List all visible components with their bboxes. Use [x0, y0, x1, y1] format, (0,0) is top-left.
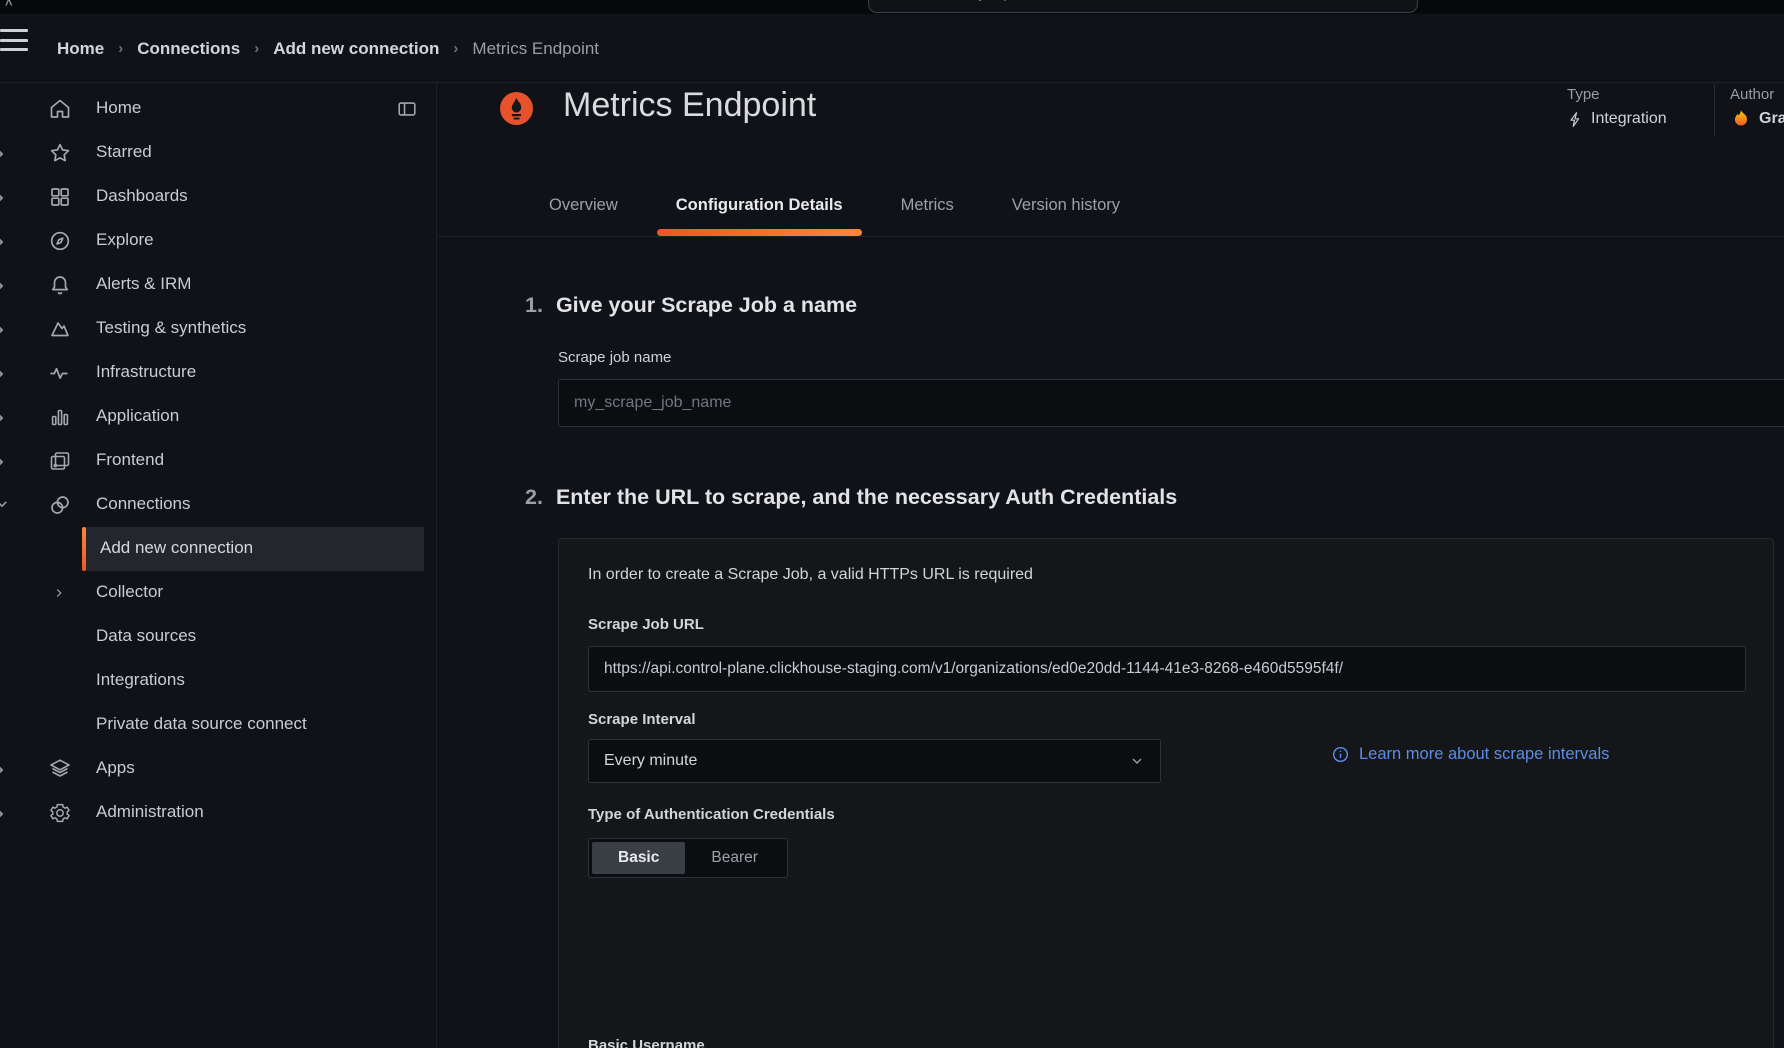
- page-title: Metrics Endpoint: [563, 86, 816, 125]
- prometheus-logo-icon: [500, 92, 533, 125]
- scrape-job-url-label: Scrape Job URL: [588, 616, 704, 633]
- bolt-icon: [1567, 111, 1584, 128]
- url-requirement-text: In order to create a Scrape Job, a valid…: [588, 566, 1033, 584]
- auth-type-radio-group: Basic Bearer: [588, 838, 788, 878]
- breadcrumb: Home › Connections › Add new connection …: [57, 14, 599, 83]
- chevron-right-icon[interactable]: [52, 586, 66, 600]
- sidebar-item-add-new-connection[interactable]: Add new connection: [0, 527, 436, 571]
- breadcrumb-add-new-connection[interactable]: Add new connection: [273, 39, 439, 59]
- sidebar-item-administration[interactable]: Administration: [0, 791, 436, 835]
- scrape-intervals-learn-more-link[interactable]: Learn more about scrape intervals: [1331, 745, 1609, 764]
- breadcrumb-separator: ›: [453, 40, 458, 57]
- sidebar-item-explore[interactable]: Explore: [0, 219, 436, 263]
- chevron-right-icon[interactable]: [0, 763, 8, 775]
- dashboards-grid-icon: [48, 185, 72, 209]
- chevron-right-icon[interactable]: [0, 147, 8, 159]
- mountain-icon: [48, 317, 72, 341]
- search-input[interactable]: Search or jump to...: [868, 0, 1418, 13]
- sidebar-item-connections[interactable]: Connections: [0, 483, 436, 527]
- grafana-logo-icon: [1730, 108, 1752, 130]
- chevron-right-icon[interactable]: [0, 455, 8, 467]
- link-rings-icon: [48, 493, 72, 517]
- section-number: 2.: [525, 485, 543, 510]
- compass-icon: [48, 229, 72, 253]
- star-icon: [48, 141, 72, 165]
- chevron-down-icon: [1129, 753, 1145, 769]
- chevron-right-icon[interactable]: [0, 367, 8, 379]
- section-number: 1.: [525, 293, 543, 318]
- main-content: Metrics Endpoint Type Integration Author…: [438, 83, 1784, 1048]
- tab-bar: Overview Configuration Details Metrics V…: [438, 160, 1784, 237]
- scrape-job-name-label: Scrape job name: [558, 349, 671, 366]
- sidebar-item-alerts-irm[interactable]: Alerts & IRM: [0, 263, 436, 307]
- scrape-job-name-input[interactable]: [558, 379, 1784, 427]
- chevron-right-icon[interactable]: [0, 807, 8, 819]
- search-icon: [885, 0, 900, 1]
- scrape-interval-label: Scrape Interval: [588, 711, 696, 728]
- sidebar-item-apps[interactable]: Apps: [0, 747, 436, 791]
- breadcrumb-separator: ›: [254, 40, 259, 57]
- sidebar-item-infrastructure[interactable]: Infrastructure: [0, 351, 436, 395]
- auth-config-panel: In order to create a Scrape Job, a valid…: [558, 538, 1774, 1048]
- gear-icon: [48, 801, 72, 825]
- sidebar-item-collector[interactable]: Collector: [0, 571, 436, 615]
- info-icon: [1331, 745, 1350, 764]
- author-value: Grafana: [1730, 108, 1784, 130]
- section-2-heading: 2. Enter the URL to scrape, and the nece…: [525, 485, 1177, 510]
- bell-icon: [48, 273, 72, 297]
- section-title: Enter the URL to scrape, and the necessa…: [556, 485, 1177, 510]
- breadcrumb-bar: Home › Connections › Add new connection …: [0, 14, 1784, 83]
- section-1-heading: 1. Give your Scrape Job a name: [525, 293, 857, 318]
- auth-bearer-button[interactable]: Bearer: [685, 842, 784, 874]
- active-item-accent-bar: [82, 527, 86, 571]
- scrape-job-url-input[interactable]: [588, 646, 1746, 692]
- sidebar-item-starred[interactable]: Starred: [0, 131, 436, 175]
- tab-metrics[interactable]: Metrics: [880, 174, 975, 236]
- author-label: Author: [1730, 86, 1774, 103]
- sidebar: Home Starred Dashboards Explore: [0, 83, 437, 1048]
- search-placeholder: Search or jump to...: [910, 0, 1041, 2]
- sidebar-item-private-data-source-connect[interactable]: Private data source connect: [0, 703, 436, 747]
- auth-type-label: Type of Authentication Credentials: [588, 806, 835, 823]
- sidebar-item-application[interactable]: Application: [0, 395, 436, 439]
- breadcrumb-connections[interactable]: Connections: [137, 39, 240, 59]
- breadcrumb-home[interactable]: Home: [57, 39, 104, 59]
- scrape-interval-select[interactable]: Every minute: [588, 739, 1161, 783]
- menu-toggle-button[interactable]: [0, 29, 30, 51]
- chevron-right-icon[interactable]: [0, 411, 8, 423]
- chevron-right-icon[interactable]: [0, 323, 8, 335]
- grafana-app: Search or jump to... ^ Home › Connection…: [0, 0, 1784, 1048]
- chevron-right-icon[interactable]: [0, 279, 8, 291]
- sidebar-item-data-sources[interactable]: Data sources: [0, 615, 436, 659]
- bar-chart-icon: [48, 405, 72, 429]
- tab-configuration-details[interactable]: Configuration Details: [655, 174, 864, 236]
- sidebar-item-frontend[interactable]: Frontend: [0, 439, 436, 483]
- browser-icon: [48, 449, 72, 473]
- sidebar-item-integrations[interactable]: Integrations: [0, 659, 436, 703]
- type-label: Type: [1567, 86, 1600, 103]
- chevron-right-icon[interactable]: [0, 235, 8, 247]
- basic-username-label: Basic Username: [588, 1037, 705, 1048]
- sidebar-item-home[interactable]: Home: [0, 87, 436, 131]
- breadcrumb-separator: ›: [118, 40, 123, 57]
- breadcrumb-current: Metrics Endpoint: [472, 39, 599, 59]
- section-title: Give your Scrape Job a name: [556, 293, 857, 318]
- dock-sidebar-icon[interactable]: [396, 98, 418, 120]
- layers-icon: [48, 757, 72, 781]
- chevron-right-icon[interactable]: [0, 191, 8, 203]
- meta-divider: [1714, 84, 1715, 136]
- sidebar-item-dashboards[interactable]: Dashboards: [0, 175, 436, 219]
- pulse-icon: [48, 361, 72, 385]
- auth-basic-button[interactable]: Basic: [592, 842, 685, 874]
- configuration-form: 1. Give your Scrape Job a name Scrape jo…: [438, 237, 1784, 1048]
- type-value: Integration: [1567, 110, 1667, 128]
- chevron-down-icon[interactable]: [0, 501, 8, 513]
- tab-overview[interactable]: Overview: [528, 174, 639, 236]
- home-icon: [48, 97, 72, 121]
- caret-glyph: ^: [5, 0, 13, 12]
- tab-version-history[interactable]: Version history: [991, 174, 1141, 236]
- sidebar-item-testing-synthetics[interactable]: Testing & synthetics: [0, 307, 436, 351]
- selected-interval: Every minute: [604, 752, 697, 770]
